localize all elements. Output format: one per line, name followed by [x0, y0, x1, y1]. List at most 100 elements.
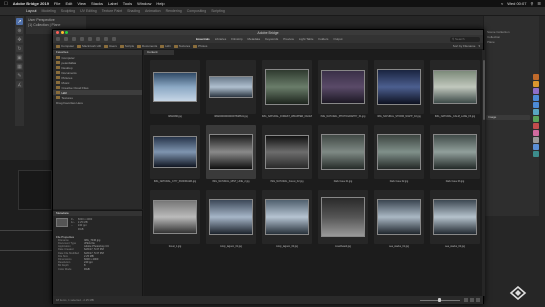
outliner-row[interactable]: Plane	[484, 40, 539, 45]
workspace-preview[interactable]: Preview	[283, 37, 294, 41]
camera-icon[interactable]	[80, 37, 84, 41]
move-tool-icon[interactable]: ✥	[16, 36, 23, 43]
boomerang-icon[interactable]	[72, 37, 76, 41]
menu-stacks[interactable]: Stacks	[91, 1, 103, 6]
thumbnail-item[interactable]: Dark Cave 02.jpg	[371, 123, 427, 188]
drop-hint-label: Drag Favorites Here	[56, 100, 84, 105]
properties-tab-icon[interactable]	[533, 74, 539, 80]
tab-scripting[interactable]: Scripting	[211, 9, 225, 13]
thumbnail-item[interactable]: sea_stacks_01.jpg	[371, 188, 427, 253]
thumbnail-item[interactable]: IMG_NATURAL_MIST_LINE_2.jpg	[203, 123, 259, 188]
breadcrumb-item[interactable]: Users	[104, 44, 117, 48]
transform-tool-icon[interactable]: ▦	[16, 63, 23, 70]
app-name[interactable]: Adobe Bridge 2019	[13, 1, 49, 6]
breadcrumb-item[interactable]: Photos	[193, 44, 207, 48]
properties-tab-icon[interactable]	[533, 88, 539, 94]
details-view-icon[interactable]	[470, 298, 474, 302]
measure-tool-icon[interactable]: ∡	[16, 81, 23, 88]
properties-tab-icon[interactable]	[533, 109, 539, 115]
thumbnail-item[interactable]: IMG0000000000007848641.jpg	[203, 58, 259, 123]
properties-tab-icon[interactable]	[533, 130, 539, 136]
tab-shading[interactable]: Shading	[127, 9, 140, 13]
tab-animation[interactable]: Animation	[145, 9, 161, 13]
search-input[interactable]: ⚲ Search	[450, 36, 480, 42]
properties-tab-icon[interactable]	[533, 81, 539, 87]
thumbnail-item[interactable]: IMG_NATURAL_PHOTOGRAPHY_F1.jpg	[315, 58, 371, 123]
workspace-filmstrip[interactable]: Filmstrip	[231, 37, 242, 41]
breadcrumb-item[interactable]: Documents	[137, 44, 157, 48]
list-view-icon[interactable]	[476, 298, 480, 302]
clock[interactable]: Wed 00:07	[507, 1, 526, 6]
menu-help[interactable]: Help	[156, 1, 164, 6]
thumbnail-item[interactable]: IMG_NATURAL_FOREST_WRAPPER_FACES_FOREST_…	[259, 58, 315, 123]
thumbnail-item[interactable]: misty_lagoon_02.jpg	[259, 188, 315, 253]
thumbnail-item[interactable]: misty_lagoon_01.jpg	[203, 188, 259, 253]
properties-tab-icon[interactable]	[533, 102, 539, 108]
thumbnail-size-slider[interactable]	[420, 298, 460, 302]
workspace-keywords[interactable]: Keywords	[265, 37, 278, 41]
menu-window[interactable]: Window	[137, 1, 151, 6]
slider-knob[interactable]	[438, 298, 441, 302]
select-tool-icon[interactable]: ↗	[16, 18, 23, 25]
annotate-tool-icon[interactable]: ✎	[16, 72, 23, 79]
tab-sculpting[interactable]: Sculpting	[61, 9, 75, 13]
property-field[interactable]: Image	[486, 115, 530, 120]
apple-icon[interactable]: 	[4, 1, 8, 7]
thumbnail-item[interactable]: IMG_NATURAL_Forest_F2.jpg	[259, 123, 315, 188]
menu-view[interactable]: View	[77, 1, 86, 6]
thumbnail-item[interactable]: forest_1.jpg	[147, 188, 203, 253]
tab-layout[interactable]: Layout	[26, 9, 37, 13]
cursor-tool-icon[interactable]: ⊕	[16, 27, 23, 34]
properties-tab-icon[interactable]	[533, 95, 539, 101]
menu-label[interactable]: Label	[108, 1, 118, 6]
menu-tools[interactable]: Tools	[123, 1, 132, 6]
thumbnail-item[interactable]: Dark Cave 01.jpg	[315, 123, 371, 188]
sort-control[interactable]: Sort by Filename ▾	[453, 44, 480, 48]
properties-tab-icon[interactable]	[533, 123, 539, 129]
content-scrollbar[interactable]	[482, 50, 485, 296]
content-tab[interactable]: Content	[144, 50, 174, 55]
wifi-icon[interactable]: ≈	[501, 1, 503, 6]
rotate-right-icon[interactable]	[112, 37, 116, 41]
refine-icon[interactable]	[88, 37, 92, 41]
menu-edit[interactable]: Edit	[65, 1, 72, 6]
thumbnail-item[interactable]: Dark Cave 03.jpg	[427, 123, 483, 188]
workspace-essentials[interactable]: Essentials	[196, 37, 210, 41]
breadcrumb-item[interactable]: Scripts	[119, 44, 134, 48]
tab-texture-paint[interactable]: Texture Paint	[102, 9, 122, 13]
workspace-libraries[interactable]: Libraries	[215, 37, 227, 41]
breadcrumb-item[interactable]: Textures	[173, 44, 190, 48]
breadcrumb-item[interactable]: Macintosh HD	[77, 44, 101, 48]
breadcrumb-item[interactable]: Computer	[56, 44, 74, 48]
tab-uv-editing[interactable]: UV Editing	[80, 9, 97, 13]
forward-icon[interactable]	[64, 37, 68, 41]
properties-tab-icon[interactable]	[533, 116, 539, 122]
grid-view-icon[interactable]	[464, 298, 468, 302]
scrollbar-thumb[interactable]	[482, 60, 485, 120]
scale-tool-icon[interactable]: ▣	[16, 54, 23, 61]
thumbnail-item[interactable]: IMG_NATURAL_STORM_NIGHT_F2.jpg	[371, 58, 427, 123]
thumbnail-item[interactable]: sea_stacks_02.jpg	[427, 188, 483, 253]
workspace-light-table[interactable]: Light Table	[299, 37, 313, 41]
breadcrumb-item[interactable]: Hdri	[160, 44, 171, 48]
properties-tab-icon[interactable]	[533, 144, 539, 150]
menu-file[interactable]: File	[54, 1, 60, 6]
workspace-output[interactable]: Output	[333, 37, 342, 41]
workspace-metadata[interactable]: Metadata	[248, 37, 261, 41]
tab-compositing[interactable]: Compositing	[187, 9, 206, 13]
menu-list-icon[interactable]: ☰	[537, 1, 541, 6]
rotate-left-icon[interactable]	[104, 37, 108, 41]
rotate-tool-icon[interactable]: ↻	[16, 45, 23, 52]
properties-tab-icon[interactable]	[533, 151, 539, 157]
tab-rendering[interactable]: Rendering	[166, 9, 182, 13]
tab-modeling[interactable]: Modeling	[42, 9, 56, 13]
properties-tab-icon[interactable]	[533, 137, 539, 143]
thumbnail-item[interactable]: moodboard.jpg	[315, 188, 371, 253]
back-icon[interactable]	[56, 37, 60, 41]
thumbnail-item[interactable]: IMG_NATURAL_CITY_PANORAMA.jpg	[147, 123, 203, 188]
thumbnail-item[interactable]: IMG_NATURAL_CALM_LAKE_F3.jpg	[427, 58, 483, 123]
open-in-camera-raw-icon[interactable]	[96, 37, 100, 41]
thumbnail-item[interactable]: IMG0090.jpg	[147, 58, 203, 123]
search-icon[interactable]: ⚲	[530, 1, 533, 6]
workspace-folders[interactable]: Folders	[318, 37, 328, 41]
